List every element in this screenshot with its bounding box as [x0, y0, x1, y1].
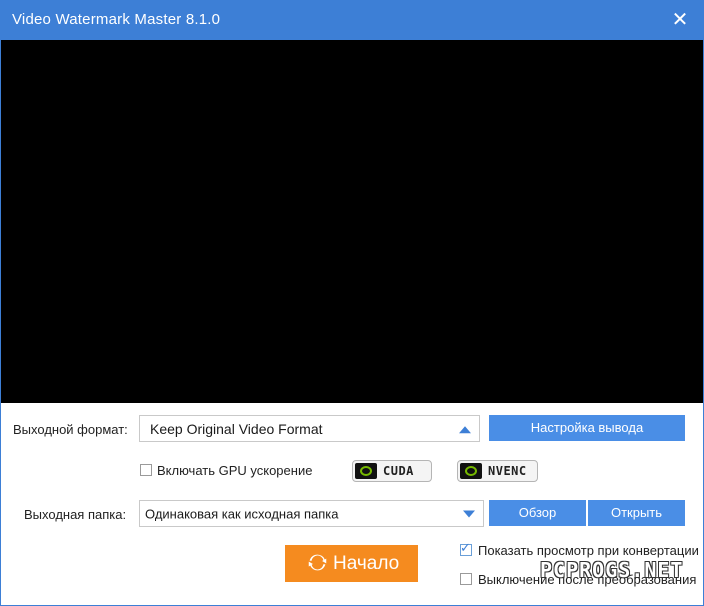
close-icon[interactable]: ✕ — [670, 10, 690, 30]
nvenc-label: NVENC — [488, 464, 527, 478]
output-folder-select[interactable]: Одинаковая как исходная папка — [139, 500, 484, 527]
shutdown-checkbox[interactable] — [460, 573, 472, 585]
chevron-down-icon — [463, 510, 475, 517]
nvidia-logo-icon — [355, 463, 377, 479]
gpu-acceleration-checkbox[interactable] — [140, 464, 152, 476]
output-folder-label: Выходная папка: — [24, 507, 127, 522]
chevron-up-icon — [459, 425, 471, 433]
window-title: Video Watermark Master 8.1.0 — [12, 11, 221, 28]
cuda-badge: CUDA — [352, 460, 432, 482]
show-preview-label: Показать просмотр при конвертации — [478, 543, 699, 558]
start-button[interactable]: Начало — [285, 545, 418, 582]
output-settings-button[interactable]: Настройка вывода — [489, 415, 685, 441]
output-format-label: Выходной формат: — [13, 422, 128, 437]
nvidia-logo-icon — [460, 463, 482, 479]
browse-button[interactable]: Обзор — [489, 500, 586, 526]
output-format-select[interactable]: Keep Original Video Format — [139, 415, 480, 442]
open-folder-button[interactable]: Открыть — [588, 500, 685, 526]
site-watermark: PCPROGS.NET — [540, 558, 684, 582]
show-preview-checkbox[interactable] — [460, 541, 472, 556]
refresh-icon — [308, 554, 327, 571]
output-folder-value: Одинаковая как исходная папка — [145, 506, 339, 521]
gpu-acceleration-label: Включать GPU ускорение — [157, 463, 313, 478]
nvenc-badge: NVENC — [457, 460, 538, 482]
cuda-label: CUDA — [383, 464, 414, 478]
video-preview-area — [1, 40, 703, 403]
output-format-value: Keep Original Video Format — [150, 420, 323, 437]
title-bar: Video Watermark Master 8.1.0 ✕ — [0, 0, 704, 40]
start-button-label: Начало — [333, 553, 400, 574]
